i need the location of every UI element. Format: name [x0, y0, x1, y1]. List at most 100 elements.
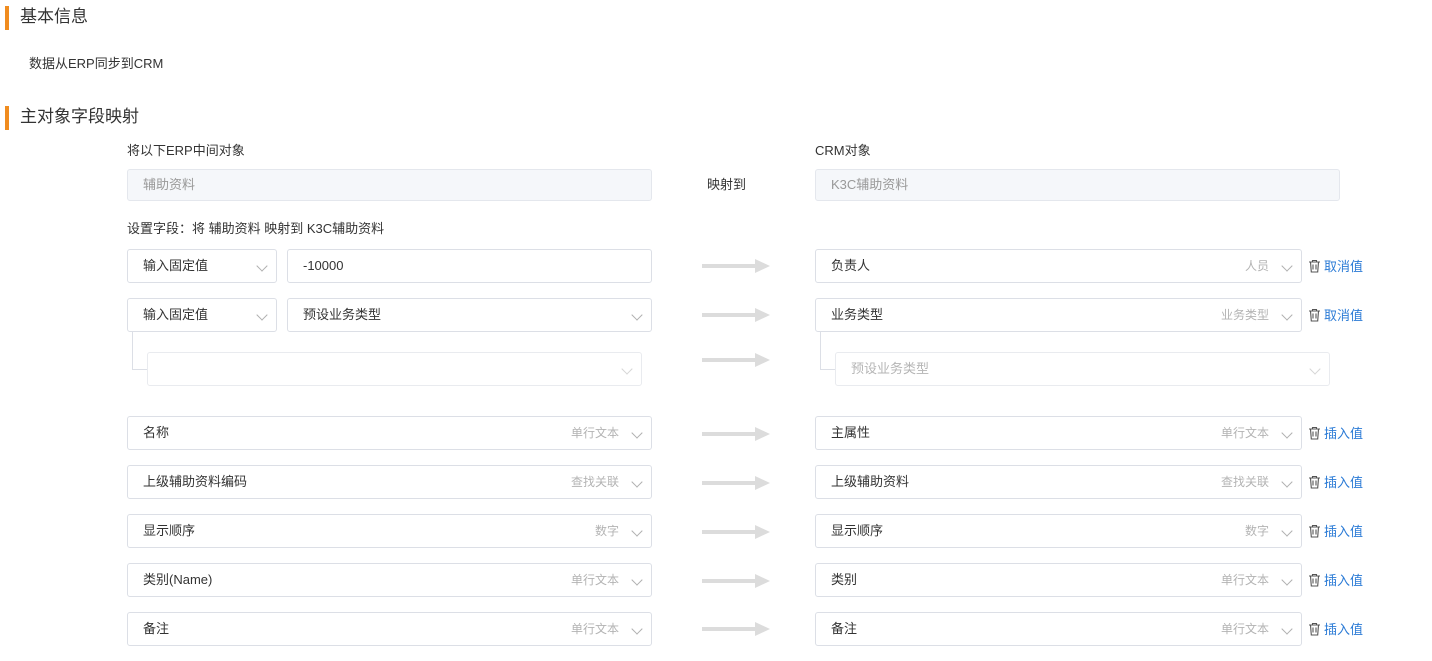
- chevron-down-icon: [631, 309, 643, 321]
- row-1-fixed-value-select[interactable]: 预设业务类型: [287, 298, 652, 332]
- right-arrow-icon: [702, 622, 770, 636]
- row-0-action-label[interactable]: 取消值: [1324, 259, 1363, 274]
- row-1-crm-field-type: 业务类型: [1220, 308, 1269, 322]
- chevron-down-icon: [1281, 427, 1293, 439]
- row-0-fixed-value-input[interactable]: -10000: [287, 249, 652, 283]
- row-2-action[interactable]: 插入值: [1308, 424, 1363, 444]
- row-0-value-type-select[interactable]: 输入固定值: [127, 249, 277, 283]
- row-0-action[interactable]: 取消值: [1308, 257, 1363, 277]
- chevron-down-icon: [631, 427, 643, 439]
- chevron-down-icon: [1281, 309, 1293, 321]
- row-3-erp-field-label: 上级辅助资料编码: [143, 474, 248, 489]
- row-5-crm-field-label: 类别: [831, 572, 858, 587]
- row-4-erp-field-select[interactable]: 显示顺序 数字: [127, 514, 652, 548]
- chevron-down-icon: [631, 574, 643, 586]
- row-0-value-type-label: 输入固定值: [143, 258, 209, 273]
- chevron-down-icon: [1281, 476, 1293, 488]
- right-arrow-icon: [702, 476, 770, 490]
- row-5-crm-field-type: 单行文本: [1220, 573, 1269, 587]
- right-arrow-icon: [702, 308, 770, 322]
- right-arrow-icon: [702, 525, 770, 539]
- chevron-down-icon: [1281, 574, 1293, 586]
- row-4-action[interactable]: 插入值: [1308, 522, 1363, 542]
- row-5-erp-field-type: 单行文本: [570, 573, 619, 587]
- row-1-sub-crm-select[interactable]: 预设业务类型: [835, 352, 1330, 386]
- row-1-sub-crm-value: 预设业务类型: [851, 361, 930, 376]
- chevron-down-icon: [1281, 623, 1293, 635]
- right-arrow-icon: [702, 427, 770, 441]
- row-5-action-label[interactable]: 插入值: [1324, 573, 1363, 588]
- row-2-erp-field-type: 单行文本: [570, 426, 619, 440]
- row-3-action[interactable]: 插入值: [1308, 473, 1363, 493]
- row-6-action-label[interactable]: 插入值: [1324, 622, 1363, 637]
- row-1-action[interactable]: 取消值: [1308, 306, 1363, 326]
- row-4-erp-field-type: 数字: [594, 524, 619, 538]
- chevron-down-icon: [1281, 525, 1293, 537]
- chevron-down-icon: [631, 476, 643, 488]
- sub-row-connector: [132, 332, 147, 370]
- chevron-down-icon: [256, 309, 268, 321]
- chevron-down-icon: [631, 623, 643, 635]
- row-1-crm-field-label: 业务类型: [831, 307, 884, 322]
- row-2-crm-field-select[interactable]: 主属性 单行文本: [815, 416, 1302, 450]
- sync-direction-text: 数据从ERP同步到CRM: [29, 56, 164, 71]
- trash-icon[interactable]: [1308, 524, 1321, 538]
- right-arrow-icon: [702, 353, 770, 367]
- row-2-action-label[interactable]: 插入值: [1324, 426, 1363, 441]
- row-1-value-type-select[interactable]: 输入固定值: [127, 298, 277, 332]
- trash-icon[interactable]: [1308, 475, 1321, 489]
- row-3-erp-field-type: 查找关联: [570, 475, 619, 489]
- right-arrow-icon: [702, 259, 770, 273]
- right-arrow-icon: [702, 574, 770, 588]
- row-3-crm-field-select[interactable]: 上级辅助资料 查找关联: [815, 465, 1302, 499]
- chevron-down-icon: [1281, 260, 1293, 272]
- erp-object-input: 辅助资料: [127, 169, 652, 201]
- row-6-erp-field-select[interactable]: 备注 单行文本: [127, 612, 652, 646]
- trash-icon[interactable]: [1308, 259, 1321, 273]
- trash-icon[interactable]: [1308, 622, 1321, 636]
- erp-object-label: 将以下ERP中间对象: [127, 143, 245, 158]
- row-6-erp-field-label: 备注: [143, 621, 170, 636]
- row-1-value-type-label: 输入固定值: [143, 307, 209, 322]
- row-4-action-label[interactable]: 插入值: [1324, 524, 1363, 539]
- row-3-erp-field-select[interactable]: 上级辅助资料编码 查找关联: [127, 465, 652, 499]
- row-5-action[interactable]: 插入值: [1308, 571, 1363, 591]
- row-2-crm-field-label: 主属性: [831, 425, 871, 440]
- row-2-crm-field-type: 单行文本: [1220, 426, 1269, 440]
- row-1-sub-erp-select[interactable]: [147, 352, 642, 386]
- row-5-crm-field-select[interactable]: 类别 单行文本: [815, 563, 1302, 597]
- trash-icon[interactable]: [1308, 308, 1321, 322]
- crm-object-input: K3C辅助资料: [815, 169, 1340, 201]
- fields-caption: 设置字段：将 辅助资料 映射到 K3C辅助资料: [127, 221, 385, 236]
- crm-object-label: CRM对象: [815, 143, 871, 158]
- row-4-crm-field-label: 显示顺序: [831, 523, 884, 538]
- row-4-crm-field-select[interactable]: 显示顺序 数字: [815, 514, 1302, 548]
- row-6-erp-field-type: 单行文本: [570, 622, 619, 636]
- trash-icon[interactable]: [1308, 573, 1321, 587]
- row-3-action-label[interactable]: 插入值: [1324, 475, 1363, 490]
- row-6-crm-field-label: 备注: [831, 621, 858, 636]
- trash-icon[interactable]: [1308, 426, 1321, 440]
- row-6-crm-field-select[interactable]: 备注 单行文本: [815, 612, 1302, 646]
- chevron-down-icon: [631, 525, 643, 537]
- row-0-crm-field-type: 人员: [1244, 259, 1269, 273]
- row-1-action-label[interactable]: 取消值: [1324, 308, 1363, 323]
- row-1-fixed-value-label: 预设业务类型: [303, 307, 382, 322]
- section-title-field-mapping: 主对象字段映射: [5, 106, 139, 130]
- sub-row-connector: [820, 332, 835, 370]
- chevron-down-icon: [621, 363, 633, 375]
- row-6-crm-field-type: 单行文本: [1220, 622, 1269, 636]
- row-3-crm-field-type: 查找关联: [1220, 475, 1269, 489]
- row-5-erp-field-label: 类别(Name): [143, 572, 213, 587]
- row-1-crm-field-select[interactable]: 业务类型 业务类型: [815, 298, 1302, 332]
- row-6-action[interactable]: 插入值: [1308, 620, 1363, 640]
- chevron-down-icon: [256, 260, 268, 272]
- row-5-erp-field-select[interactable]: 类别(Name) 单行文本: [127, 563, 652, 597]
- row-3-crm-field-label: 上级辅助资料: [831, 474, 910, 489]
- row-0-crm-field-select[interactable]: 负责人 人员: [815, 249, 1302, 283]
- section-title-basic-info: 基本信息: [5, 6, 88, 30]
- row-4-crm-field-type: 数字: [1244, 524, 1269, 538]
- row-2-erp-field-select[interactable]: 名称 单行文本: [127, 416, 652, 450]
- row-2-erp-field-label: 名称: [143, 425, 170, 440]
- row-0-crm-field-label: 负责人: [831, 258, 871, 273]
